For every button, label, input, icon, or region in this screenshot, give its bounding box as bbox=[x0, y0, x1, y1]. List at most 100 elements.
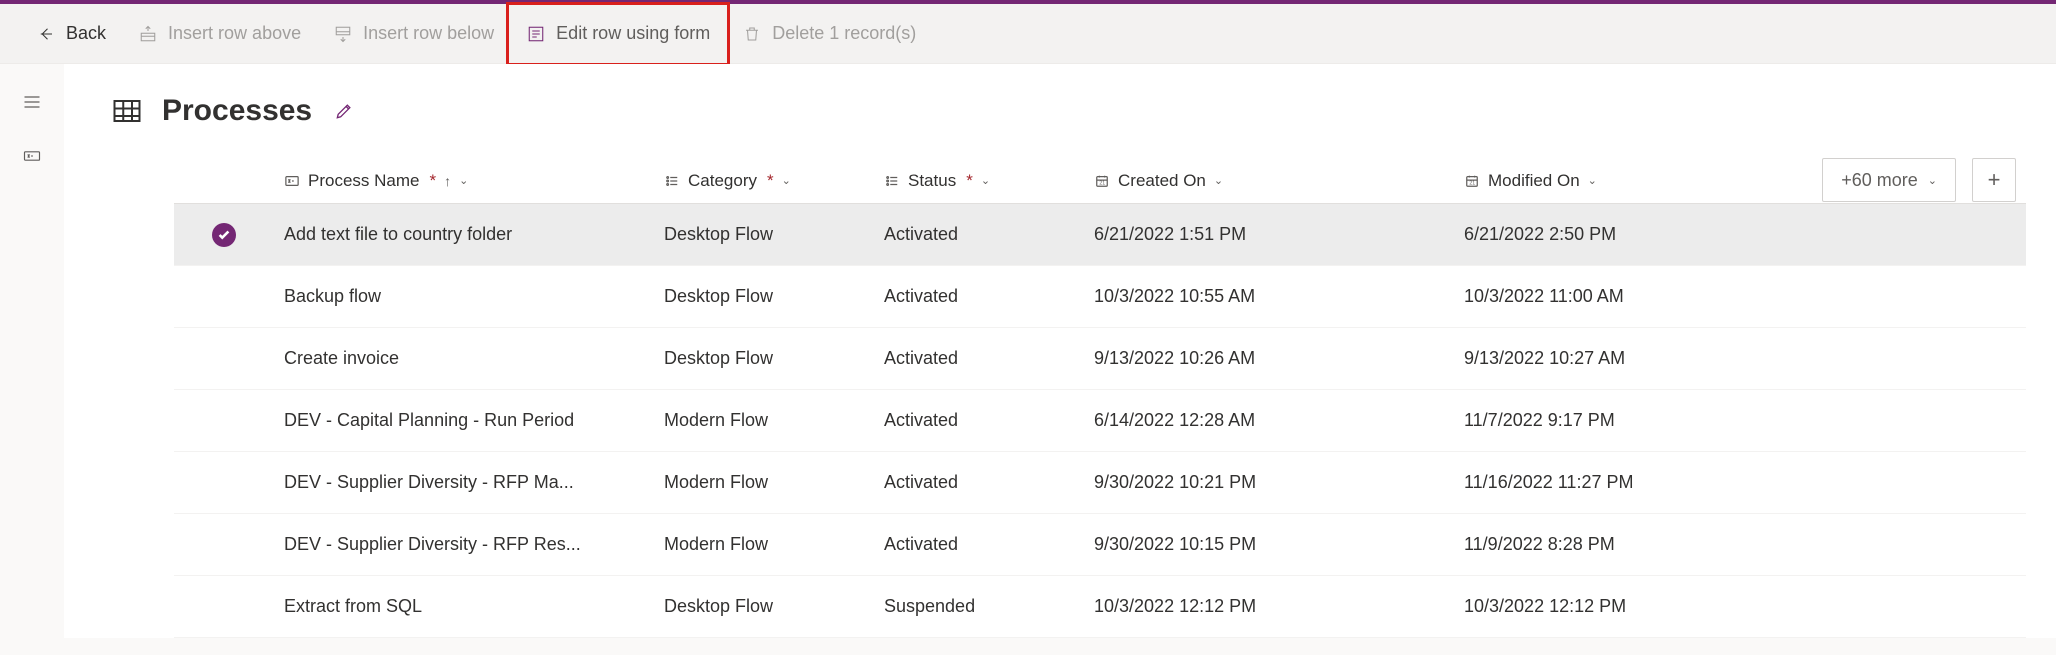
main-content: Processes Process Name * ↑ ⌄ Category bbox=[64, 64, 2056, 638]
cell-modified-on[interactable]: 9/13/2022 10:27 AM bbox=[1454, 348, 1814, 369]
cell-status[interactable]: Activated bbox=[874, 224, 1084, 245]
required-indicator: * bbox=[966, 171, 973, 191]
chevron-down-icon: ⌄ bbox=[459, 174, 468, 187]
add-column-button[interactable]: + bbox=[1972, 158, 2016, 202]
form-icon bbox=[526, 24, 546, 44]
cell-category[interactable]: Modern Flow bbox=[654, 534, 874, 555]
cell-modified-on[interactable]: 10/3/2022 11:00 AM bbox=[1454, 286, 1814, 307]
cell-status[interactable]: Activated bbox=[874, 410, 1084, 431]
cell-process-name[interactable]: Add text file to country folder bbox=[274, 224, 654, 245]
cell-category[interactable]: Modern Flow bbox=[654, 410, 874, 431]
column-header-modified-on[interactable]: 21 Modified On ⌄ bbox=[1454, 171, 1814, 191]
more-columns-button[interactable]: +60 more ⌄ bbox=[1822, 158, 1956, 202]
date-type-icon: 21 bbox=[1464, 173, 1480, 189]
row-select[interactable] bbox=[174, 223, 274, 247]
edit-row-form-button[interactable]: Edit row using form bbox=[510, 4, 726, 64]
table-row[interactable]: DEV - Capital Planning - Run PeriodModer… bbox=[174, 390, 2026, 452]
cell-status[interactable]: Activated bbox=[874, 472, 1084, 493]
checkmark-icon bbox=[212, 223, 236, 247]
col-label: Category bbox=[688, 171, 757, 191]
col-label: Status bbox=[908, 171, 956, 191]
text-field-icon[interactable] bbox=[20, 144, 44, 168]
insert-row-above-button[interactable]: Insert row above bbox=[122, 4, 317, 64]
svg-text:21: 21 bbox=[1469, 180, 1475, 186]
col-label: Modified On bbox=[1488, 171, 1580, 191]
cell-status[interactable]: Suspended bbox=[874, 596, 1084, 617]
grid-body: Add text file to country folderDesktop F… bbox=[174, 204, 2026, 638]
cell-process-name[interactable]: DEV - Supplier Diversity - RFP Res... bbox=[274, 534, 654, 555]
chevron-down-icon: ⌄ bbox=[981, 174, 990, 187]
cell-status[interactable]: Activated bbox=[874, 534, 1084, 555]
delete-label: Delete 1 record(s) bbox=[772, 23, 916, 44]
cell-process-name[interactable]: Create invoice bbox=[274, 348, 654, 369]
cell-status[interactable]: Activated bbox=[874, 286, 1084, 307]
insert-above-label: Insert row above bbox=[168, 23, 301, 44]
chevron-down-icon: ⌄ bbox=[1214, 174, 1223, 187]
cell-modified-on[interactable]: 11/9/2022 8:28 PM bbox=[1454, 534, 1814, 555]
text-type-icon bbox=[284, 173, 300, 189]
cell-process-name[interactable]: Extract from SQL bbox=[274, 596, 654, 617]
required-indicator: * bbox=[767, 171, 774, 191]
table-row[interactable]: Create invoiceDesktop FlowActivated9/13/… bbox=[174, 328, 2026, 390]
delete-records-button[interactable]: Delete 1 record(s) bbox=[726, 4, 932, 64]
optionset-type-icon bbox=[664, 173, 680, 189]
cell-process-name[interactable]: DEV - Capital Planning - Run Period bbox=[274, 410, 654, 431]
sort-asc-icon: ↑ bbox=[444, 173, 451, 189]
column-header-status[interactable]: Status * ⌄ bbox=[874, 171, 1084, 191]
table-row[interactable]: DEV - Supplier Diversity - RFP Ma...Mode… bbox=[174, 452, 2026, 514]
date-type-icon: 21 bbox=[1094, 173, 1110, 189]
edit-title-button[interactable] bbox=[332, 99, 356, 123]
insert-row-below-button[interactable]: Insert row below bbox=[317, 4, 510, 64]
cell-process-name[interactable]: DEV - Supplier Diversity - RFP Ma... bbox=[274, 472, 654, 493]
column-header-process-name[interactable]: Process Name * ↑ ⌄ bbox=[274, 171, 654, 191]
table-row[interactable]: Add text file to country folderDesktop F… bbox=[174, 204, 2026, 266]
cell-category[interactable]: Desktop Flow bbox=[654, 224, 874, 245]
cell-created-on[interactable]: 6/21/2022 1:51 PM bbox=[1084, 224, 1454, 245]
cell-category[interactable]: Desktop Flow bbox=[654, 596, 874, 617]
cell-created-on[interactable]: 9/30/2022 10:15 PM bbox=[1084, 534, 1454, 555]
table-row[interactable]: DEV - Supplier Diversity - RFP Res...Mod… bbox=[174, 514, 2026, 576]
data-grid: Process Name * ↑ ⌄ Category * ⌄ Status * bbox=[174, 158, 2026, 638]
grid-header: Process Name * ↑ ⌄ Category * ⌄ Status * bbox=[174, 158, 2026, 204]
insert-above-icon bbox=[138, 24, 158, 44]
cell-process-name[interactable]: Backup flow bbox=[274, 286, 654, 307]
table-icon bbox=[112, 96, 142, 126]
page-title-row: Processes bbox=[64, 94, 2056, 128]
cell-created-on[interactable]: 6/14/2022 12:28 AM bbox=[1084, 410, 1454, 431]
edit-form-label: Edit row using form bbox=[556, 23, 710, 44]
cell-category[interactable]: Desktop Flow bbox=[654, 348, 874, 369]
cell-category[interactable]: Modern Flow bbox=[654, 472, 874, 493]
chevron-down-icon: ⌄ bbox=[1588, 174, 1597, 187]
trash-icon bbox=[742, 24, 762, 44]
cell-category[interactable]: Desktop Flow bbox=[654, 286, 874, 307]
back-label: Back bbox=[66, 23, 106, 44]
more-columns-label: +60 more bbox=[1841, 170, 1918, 191]
cell-modified-on[interactable]: 11/7/2022 9:17 PM bbox=[1454, 410, 1814, 431]
svg-text:21: 21 bbox=[1099, 180, 1105, 186]
cell-modified-on[interactable]: 11/16/2022 11:27 PM bbox=[1454, 472, 1814, 493]
cell-status[interactable]: Activated bbox=[874, 348, 1084, 369]
cell-created-on[interactable]: 9/30/2022 10:21 PM bbox=[1084, 472, 1454, 493]
page-title: Processes bbox=[162, 94, 312, 128]
optionset-type-icon bbox=[884, 173, 900, 189]
back-button[interactable]: Back bbox=[20, 4, 122, 64]
chevron-down-icon: ⌄ bbox=[782, 174, 791, 187]
col-label: Created On bbox=[1118, 171, 1206, 191]
column-header-category[interactable]: Category * ⌄ bbox=[654, 171, 874, 191]
table-row[interactable]: Extract from SQLDesktop FlowSuspended10/… bbox=[174, 576, 2026, 638]
insert-below-label: Insert row below bbox=[363, 23, 494, 44]
insert-below-icon bbox=[333, 24, 353, 44]
table-row[interactable]: Backup flowDesktop FlowActivated10/3/202… bbox=[174, 266, 2026, 328]
cell-modified-on[interactable]: 6/21/2022 2:50 PM bbox=[1454, 224, 1814, 245]
left-rail bbox=[0, 64, 64, 168]
cell-modified-on[interactable]: 10/3/2022 12:12 PM bbox=[1454, 596, 1814, 617]
col-label: Process Name bbox=[308, 171, 419, 191]
column-header-created-on[interactable]: 21 Created On ⌄ bbox=[1084, 171, 1454, 191]
cell-created-on[interactable]: 9/13/2022 10:26 AM bbox=[1084, 348, 1454, 369]
hamburger-button[interactable] bbox=[20, 90, 44, 114]
cell-created-on[interactable]: 10/3/2022 10:55 AM bbox=[1084, 286, 1454, 307]
cell-created-on[interactable]: 10/3/2022 12:12 PM bbox=[1084, 596, 1454, 617]
required-indicator: * bbox=[429, 171, 436, 191]
chevron-down-icon: ⌄ bbox=[1928, 174, 1937, 187]
command-bar: Back Insert row above Insert row below E… bbox=[0, 4, 2056, 64]
